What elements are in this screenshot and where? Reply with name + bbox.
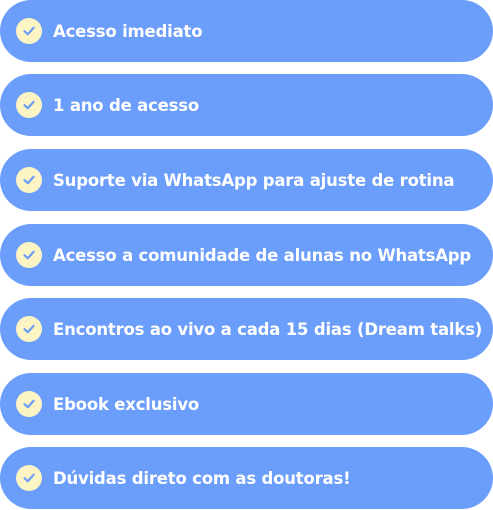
check-icon — [16, 18, 42, 44]
check-icon — [16, 167, 42, 193]
check-icon — [16, 465, 42, 491]
check-icon — [16, 316, 42, 342]
benefit-item-community-access: Acesso a comunidade de alunas no WhatsAp… — [0, 224, 493, 286]
benefit-label: Ebook exclusivo — [53, 394, 200, 414]
benefit-item-live-meetings: Encontros ao vivo a cada 15 dias (Dream … — [0, 298, 493, 360]
benefit-label: 1 ano de acesso — [53, 95, 200, 115]
benefit-label: Encontros ao vivo a cada 15 dias (Dream … — [53, 319, 483, 339]
check-icon — [16, 242, 42, 268]
benefit-item-exclusive-ebook: Ebook exclusivo — [0, 373, 493, 435]
benefit-label: Dúvidas direto com as doutoras! — [53, 468, 351, 488]
benefit-item-immediate-access: Acesso imediato — [0, 0, 493, 62]
benefit-label: Acesso imediato — [53, 21, 203, 41]
check-icon — [16, 391, 42, 417]
benefit-item-questions-doctors: Dúvidas direto com as doutoras! — [0, 447, 493, 509]
benefit-label: Acesso a comunidade de alunas no WhatsAp… — [53, 245, 472, 265]
benefit-label: Suporte via WhatsApp para ajuste de roti… — [53, 170, 455, 190]
benefit-item-one-year-access: 1 ano de acesso — [0, 74, 493, 136]
benefits-list: Acesso imediato 1 ano de acesso Suporte … — [0, 0, 493, 510]
check-icon — [16, 92, 42, 118]
benefit-item-whatsapp-support: Suporte via WhatsApp para ajuste de roti… — [0, 149, 493, 211]
